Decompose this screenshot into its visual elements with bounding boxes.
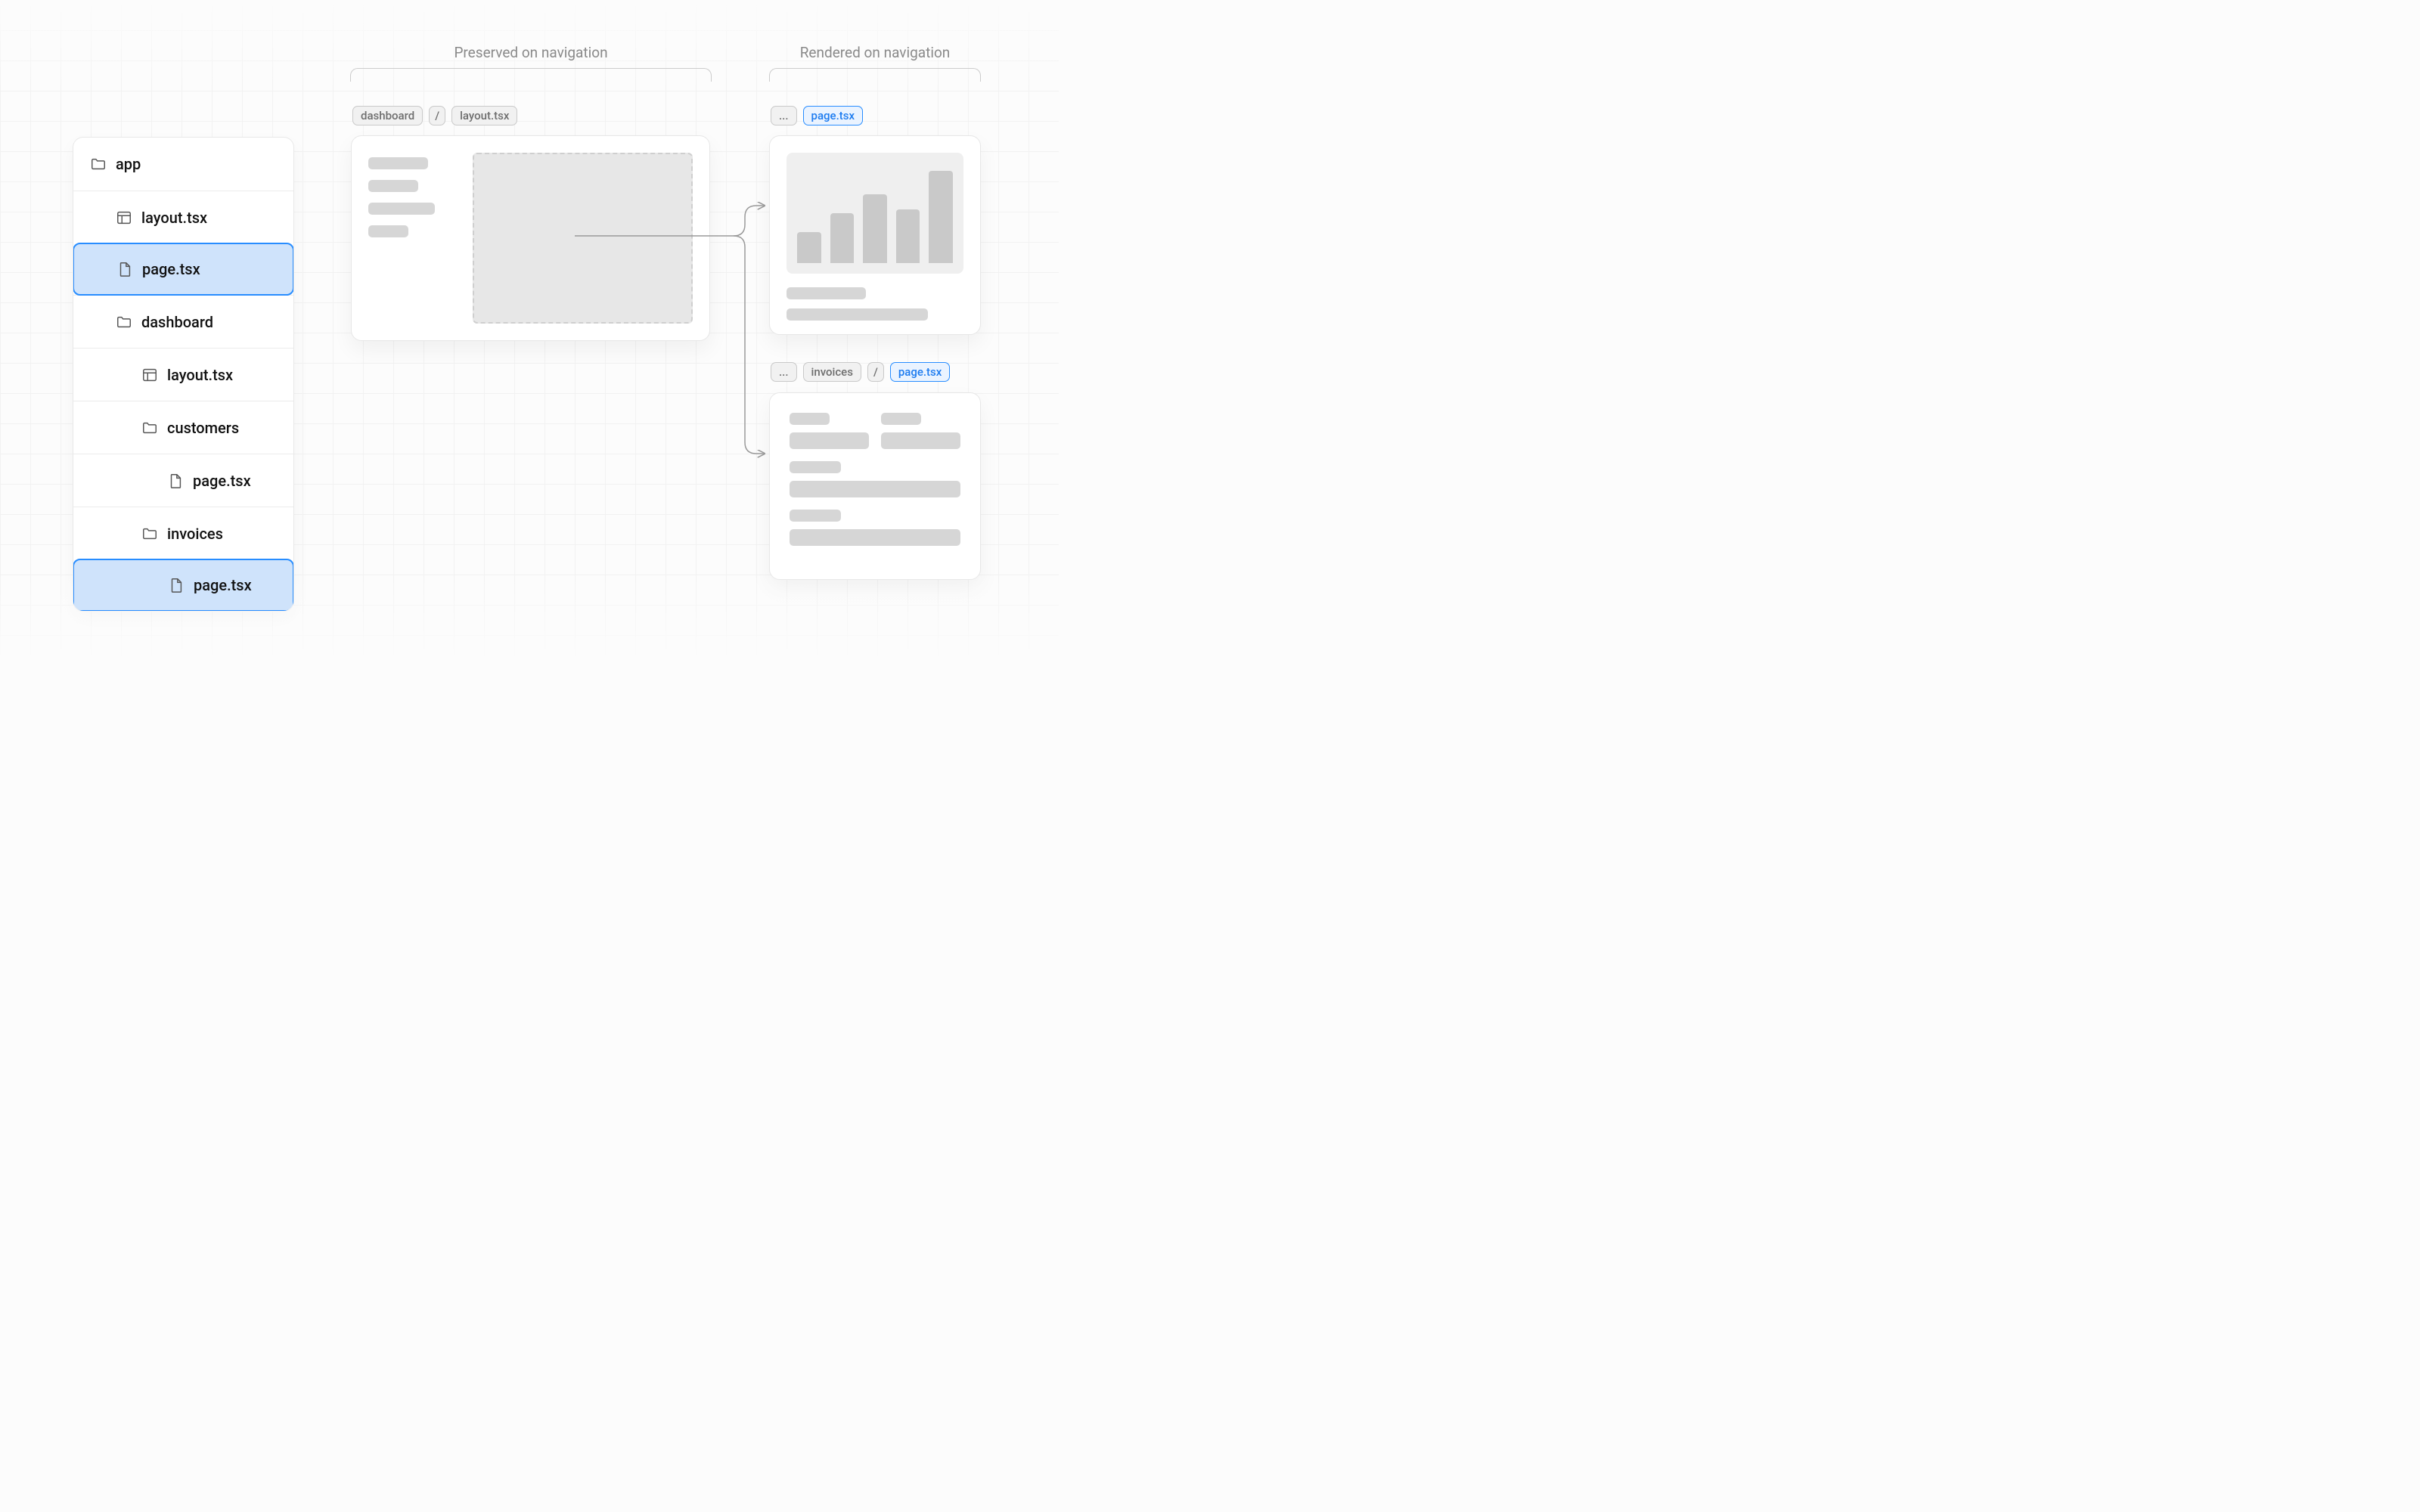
breadcrumb-page-2: ... invoices / page.tsx bbox=[771, 362, 950, 382]
chart-bar bbox=[863, 194, 887, 263]
breadcrumb-chip-active: page.tsx bbox=[803, 106, 863, 125]
placeholder-bar bbox=[786, 287, 866, 299]
tree-row-dashboard: dashboard bbox=[73, 295, 293, 348]
tree-row-label: app bbox=[116, 155, 141, 173]
section-heading-rendered: Rendered on navigation bbox=[769, 44, 981, 61]
tree-row-label: dashboard bbox=[141, 313, 213, 331]
folder-icon bbox=[141, 420, 158, 436]
tree-row-invoices: invoices bbox=[73, 507, 293, 559]
layout-icon bbox=[116, 209, 132, 226]
diagram-canvas: Preserved on navigation Rendered on navi… bbox=[0, 0, 1059, 662]
layout-icon bbox=[141, 367, 158, 383]
file-tree: app layout.tsx page.tsx dashboard layout.tsx… bbox=[73, 137, 294, 612]
placeholder-bar bbox=[368, 157, 428, 169]
placeholder-bar bbox=[881, 413, 921, 425]
chart-bar bbox=[830, 213, 855, 263]
breadcrumb-chip-ellipsis: ... bbox=[771, 362, 797, 382]
bracket-rendered bbox=[769, 68, 981, 82]
folder-icon bbox=[141, 525, 158, 542]
tree-row-layout-tsx: layout.tsx bbox=[73, 348, 293, 401]
chart-bar bbox=[797, 232, 821, 263]
placeholder-bar bbox=[790, 529, 960, 546]
placeholder-bar bbox=[881, 432, 960, 449]
file-icon bbox=[116, 261, 133, 277]
placeholder-lines bbox=[786, 287, 963, 321]
tree-row-app: app bbox=[73, 138, 293, 191]
file-icon bbox=[168, 577, 185, 593]
placeholder-bar bbox=[790, 461, 841, 473]
tree-row-label: customers bbox=[167, 419, 239, 437]
breadcrumb-sep: / bbox=[867, 362, 884, 382]
breadcrumb-layout: dashboard / layout.tsx bbox=[352, 106, 517, 125]
placeholder-bar bbox=[368, 225, 408, 237]
tree-row-label: layout.tsx bbox=[141, 209, 207, 227]
tree-row-label: page.tsx bbox=[142, 260, 200, 278]
tree-row-page-tsx: page.tsx bbox=[73, 454, 293, 507]
tree-row-page-tsx: page.tsx bbox=[73, 559, 294, 612]
bar-chart-placeholder bbox=[786, 153, 963, 274]
placeholder-bar bbox=[368, 180, 418, 192]
file-icon bbox=[167, 472, 184, 489]
placeholder-bar bbox=[790, 413, 830, 425]
chart-bar bbox=[896, 209, 920, 263]
folder-icon bbox=[90, 156, 107, 172]
placeholder-bar bbox=[368, 203, 435, 215]
folder-icon bbox=[116, 314, 132, 330]
chart-bar bbox=[929, 171, 953, 263]
placeholder-bar bbox=[790, 510, 841, 522]
placeholder-bar bbox=[790, 432, 869, 449]
tree-row-label: invoices bbox=[167, 525, 223, 543]
placeholder-bar bbox=[790, 481, 960, 497]
layout-children-slot bbox=[473, 153, 693, 324]
breadcrumb-chip: layout.tsx bbox=[451, 106, 517, 125]
section-heading-preserved: Preserved on navigation bbox=[350, 44, 712, 61]
bracket-preserved bbox=[350, 68, 712, 82]
breadcrumb-chip-active: page.tsx bbox=[890, 362, 950, 382]
tree-row-customers: customers bbox=[73, 401, 293, 454]
page-preview-card-invoices bbox=[769, 392, 981, 580]
breadcrumb-chip-ellipsis: ... bbox=[771, 106, 797, 125]
tree-row-layout-tsx: layout.tsx bbox=[73, 191, 293, 243]
placeholder-bar bbox=[786, 308, 928, 321]
breadcrumb-chip: dashboard bbox=[352, 106, 423, 125]
breadcrumb-sep: / bbox=[429, 106, 445, 125]
tree-row-label: page.tsx bbox=[193, 472, 251, 490]
tree-row-label: page.tsx bbox=[194, 576, 252, 594]
tree-row-label: layout.tsx bbox=[167, 366, 233, 384]
page-preview-card-dashboard bbox=[769, 135, 981, 335]
breadcrumb-page-1: ... page.tsx bbox=[771, 106, 863, 125]
breadcrumb-chip: invoices bbox=[803, 362, 861, 382]
tree-row-page-tsx: page.tsx bbox=[73, 243, 294, 296]
layout-preview-card bbox=[351, 135, 710, 341]
layout-sidebar-placeholder bbox=[368, 153, 451, 324]
